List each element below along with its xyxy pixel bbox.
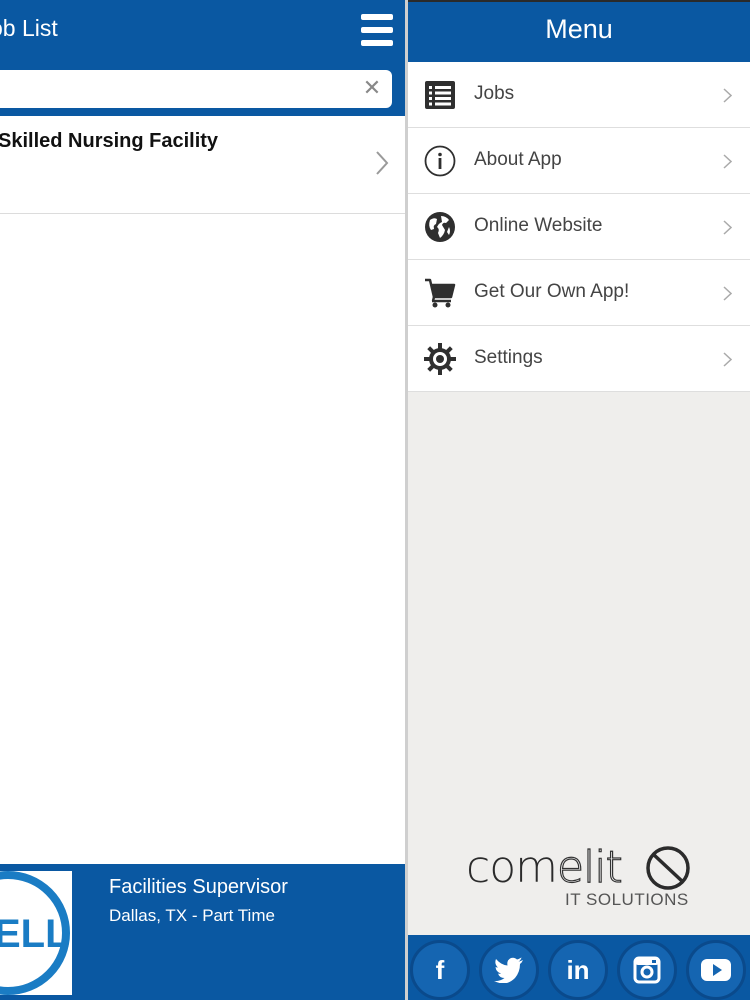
menu-item-about-app[interactable]: About App — [408, 128, 750, 194]
chevron-right-icon — [723, 286, 732, 301]
job-title: Skilled Nursing Facility — [0, 130, 219, 152]
cart-icon — [425, 278, 456, 308]
search-input[interactable] — [0, 70, 392, 108]
twitter-icon[interactable] — [479, 940, 539, 1000]
chevron-right-icon — [723, 88, 732, 103]
dell-logo: ELL — [0, 871, 72, 995]
ad-job-title: Facilities Supervisor — [109, 876, 288, 898]
menu-title: Menu — [545, 14, 613, 44]
info-icon — [424, 145, 456, 177]
menu-item-label: Jobs — [474, 83, 515, 104]
list-icon — [425, 81, 455, 109]
gear-icon — [424, 343, 456, 375]
brand-tagline: IT SOLUTIONS — [565, 890, 689, 909]
menu-item-label: Settings — [474, 347, 543, 368]
instagram-icon[interactable] — [617, 940, 677, 1000]
menu-item-label: About App — [474, 149, 562, 170]
menu-item-jobs[interactable]: Jobs — [408, 62, 750, 128]
social-links-bar: f in — [408, 935, 750, 1000]
chevron-right-icon — [723, 220, 732, 235]
menu-item-label: Get Our Own App! — [474, 281, 630, 302]
menu-header: Menu — [408, 0, 750, 62]
facebook-icon[interactable]: f — [410, 940, 470, 1000]
menu-item-get-own-app[interactable]: Get Our Own App! — [408, 260, 750, 326]
clear-search-icon[interactable]: ✕ — [359, 75, 385, 101]
menu-list: Jobs About App Online Website Get Our Ow… — [408, 62, 750, 392]
chevron-right-icon — [723, 352, 732, 367]
search-bar: ✕ — [0, 62, 407, 116]
side-menu: Menu Jobs About App Online Website Get O… — [408, 0, 750, 1000]
menu-item-settings[interactable]: Settings — [408, 326, 750, 392]
linkedin-icon[interactable]: in — [548, 940, 608, 1000]
job-list-page: ob List ✕ Skilled Nursing Facility ELL F… — [0, 0, 407, 1000]
youtube-icon[interactable] — [686, 940, 746, 1000]
svg-text:ELL: ELL — [0, 912, 70, 956]
ad-job-subtitle: Dallas, TX - Part Time — [109, 906, 275, 925]
hamburger-menu-icon[interactable] — [361, 14, 393, 46]
chevron-right-icon — [723, 154, 732, 169]
sponsored-job-banner[interactable]: ELL Facilities Supervisor Dallas, TX - P… — [0, 864, 407, 1000]
company-logo: comelit IT SOLUTIONS — [454, 838, 704, 912]
chevron-right-icon — [376, 151, 389, 175]
globe-icon — [425, 212, 455, 242]
menu-item-online-website[interactable]: Online Website — [408, 194, 750, 260]
brand-name: comelit — [466, 841, 623, 893]
job-list-item[interactable]: Skilled Nursing Facility — [0, 116, 407, 214]
page-title: ob List — [0, 15, 58, 41]
job-list-header: ob List — [0, 0, 407, 62]
menu-item-label: Online Website — [474, 215, 603, 236]
